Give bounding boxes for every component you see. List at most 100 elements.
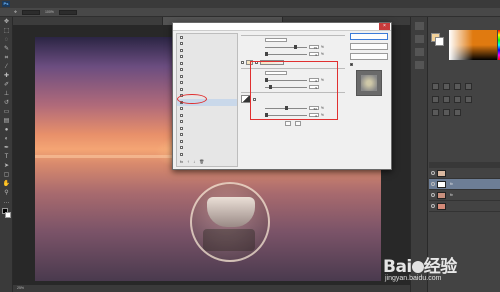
- exposure-adjust-icon[interactable]: [465, 83, 472, 90]
- fx-icon[interactable]: fx: [180, 159, 183, 164]
- opacity-input[interactable]: 75: [309, 44, 319, 50]
- hue-sat-adjust-icon[interactable]: [443, 96, 450, 103]
- style-item-checkbox[interactable]: [180, 68, 183, 72]
- options-tool-icon[interactable]: ✥: [14, 10, 17, 14]
- pen-tool-icon[interactable]: ✒: [2, 144, 11, 152]
- style-item-checkbox[interactable]: [180, 61, 183, 65]
- style-item-checkbox[interactable]: [180, 42, 183, 46]
- properties-panel-icon[interactable]: [415, 35, 424, 43]
- style-item-checkbox[interactable]: [180, 107, 183, 111]
- outer-glow-highlight: [177, 94, 207, 104]
- layer-row[interactable]: fx: [429, 190, 500, 201]
- character-panel-icon[interactable]: [415, 48, 424, 56]
- path-select-tool-icon[interactable]: ➤: [2, 162, 11, 170]
- more-tools-icon[interactable]: …: [2, 198, 11, 206]
- color-panel-background[interactable]: [435, 37, 444, 46]
- make-default-button[interactable]: [285, 120, 291, 126]
- new-style-button[interactable]: [350, 53, 388, 60]
- preview-checkbox[interactable]: [350, 63, 353, 66]
- layer-row[interactable]: [429, 168, 500, 179]
- eyedropper-tool-icon[interactable]: ⁄: [2, 63, 11, 71]
- options-field[interactable]: [58, 9, 77, 15]
- style-item-checkbox[interactable]: [180, 113, 183, 117]
- eye-icon[interactable]: [431, 204, 435, 208]
- zoom-tool-icon[interactable]: ⚲: [2, 189, 11, 197]
- style-item-checkbox[interactable]: [180, 126, 183, 130]
- posterize-adjust-icon[interactable]: [443, 109, 450, 116]
- default-buttons-row: [241, 120, 345, 126]
- noise-knob[interactable]: [265, 52, 268, 56]
- shape-tool-icon[interactable]: ▢: [2, 171, 11, 179]
- eye-icon[interactable]: [431, 193, 435, 197]
- threshold-adjust-icon[interactable]: [454, 109, 461, 116]
- options-dropdown[interactable]: [21, 9, 40, 15]
- style-item-checkbox[interactable]: [180, 55, 183, 59]
- type-tool-icon[interactable]: T: [2, 153, 11, 161]
- style-item-checkbox[interactable]: [180, 74, 183, 78]
- noise-input[interactable]: 0: [309, 51, 319, 57]
- tab-document-1[interactable]: [13, 17, 163, 25]
- noise-slider[interactable]: [265, 52, 307, 56]
- style-item-checkbox[interactable]: [180, 48, 183, 52]
- invert-adjust-icon[interactable]: [432, 109, 439, 116]
- history-brush-icon[interactable]: ↺: [2, 99, 11, 107]
- panel-icon-strip: [411, 17, 428, 292]
- style-item-checkbox[interactable]: [180, 133, 183, 137]
- solid-color-radio[interactable]: [241, 60, 244, 64]
- right-panel: 43 fxfx: [410, 17, 500, 292]
- gradient-tool-icon[interactable]: ▤: [2, 117, 11, 125]
- cancel-button[interactable]: [350, 43, 388, 50]
- close-icon[interactable]: ×: [379, 23, 390, 30]
- layer-row[interactable]: [429, 201, 500, 212]
- baidu-logo: Bai 经验: [383, 252, 498, 277]
- layer-thumbnail: [437, 180, 446, 188]
- brightness-adjust-icon[interactable]: [432, 83, 439, 90]
- history-panel-icon[interactable]: [415, 22, 424, 30]
- dodge-tool-icon[interactable]: ◐: [2, 135, 11, 143]
- lasso-tool-icon[interactable]: ◌: [2, 36, 11, 44]
- background-color-swatch[interactable]: [5, 212, 11, 218]
- style-item-checkbox[interactable]: [180, 139, 183, 143]
- style-item-checkbox[interactable]: [180, 152, 183, 156]
- style-item-checkbox[interactable]: [180, 35, 183, 39]
- eraser-tool-icon[interactable]: ▭: [2, 108, 11, 116]
- style-item-checkbox[interactable]: [180, 146, 183, 150]
- stamp-tool-icon[interactable]: ⊥: [2, 90, 11, 98]
- baidu-paw-icon: [411, 261, 424, 273]
- color-spectrum[interactable]: [449, 30, 497, 60]
- opacity-slider[interactable]: [265, 45, 307, 49]
- bw-adjust-icon[interactable]: [465, 96, 472, 103]
- vibrance-adjust-icon[interactable]: [432, 96, 439, 103]
- blur-tool-icon[interactable]: ●: [2, 126, 11, 134]
- style-item-checkbox[interactable]: [180, 87, 183, 91]
- layer-row[interactable]: fx: [429, 179, 500, 190]
- paragraph-panel-icon[interactable]: [415, 61, 424, 69]
- marquee-tool-icon[interactable]: ⬚: [2, 27, 11, 35]
- curves-adjust-icon[interactable]: [454, 83, 461, 90]
- eye-icon[interactable]: [431, 182, 435, 186]
- move-down-icon[interactable]: ↓: [193, 159, 195, 164]
- hand-tool-icon[interactable]: ✋: [2, 180, 11, 188]
- eye-icon[interactable]: [431, 171, 435, 175]
- blend-mode-select[interactable]: [265, 37, 287, 43]
- move-tool-icon[interactable]: ✥: [2, 18, 11, 26]
- layer-thumbnail: [437, 169, 446, 177]
- quick-select-tool-icon[interactable]: ✎: [2, 45, 11, 53]
- crop-tool-icon[interactable]: ⌗: [2, 54, 11, 62]
- baidu-logo-text: Bai: [383, 257, 412, 277]
- trash-icon[interactable]: 🗑: [199, 159, 204, 164]
- color-swatches[interactable]: [1, 208, 11, 222]
- style-item-checkbox[interactable]: [180, 81, 183, 85]
- color-balance-adjust-icon[interactable]: [454, 96, 461, 103]
- reset-default-button[interactable]: [295, 120, 301, 126]
- ok-button[interactable]: [350, 33, 388, 40]
- style-item-checkbox[interactable]: [180, 120, 183, 124]
- color-panel: [429, 27, 500, 61]
- levels-adjust-icon[interactable]: [443, 83, 450, 90]
- move-up-icon[interactable]: ↑: [187, 159, 189, 164]
- opacity-knob[interactable]: [294, 45, 298, 49]
- healing-tool-icon[interactable]: ✚: [2, 72, 11, 80]
- blend-mode-row: [241, 37, 345, 43]
- brush-tool-icon[interactable]: ✐: [2, 81, 11, 89]
- style-item[interactable]: [177, 151, 237, 158]
